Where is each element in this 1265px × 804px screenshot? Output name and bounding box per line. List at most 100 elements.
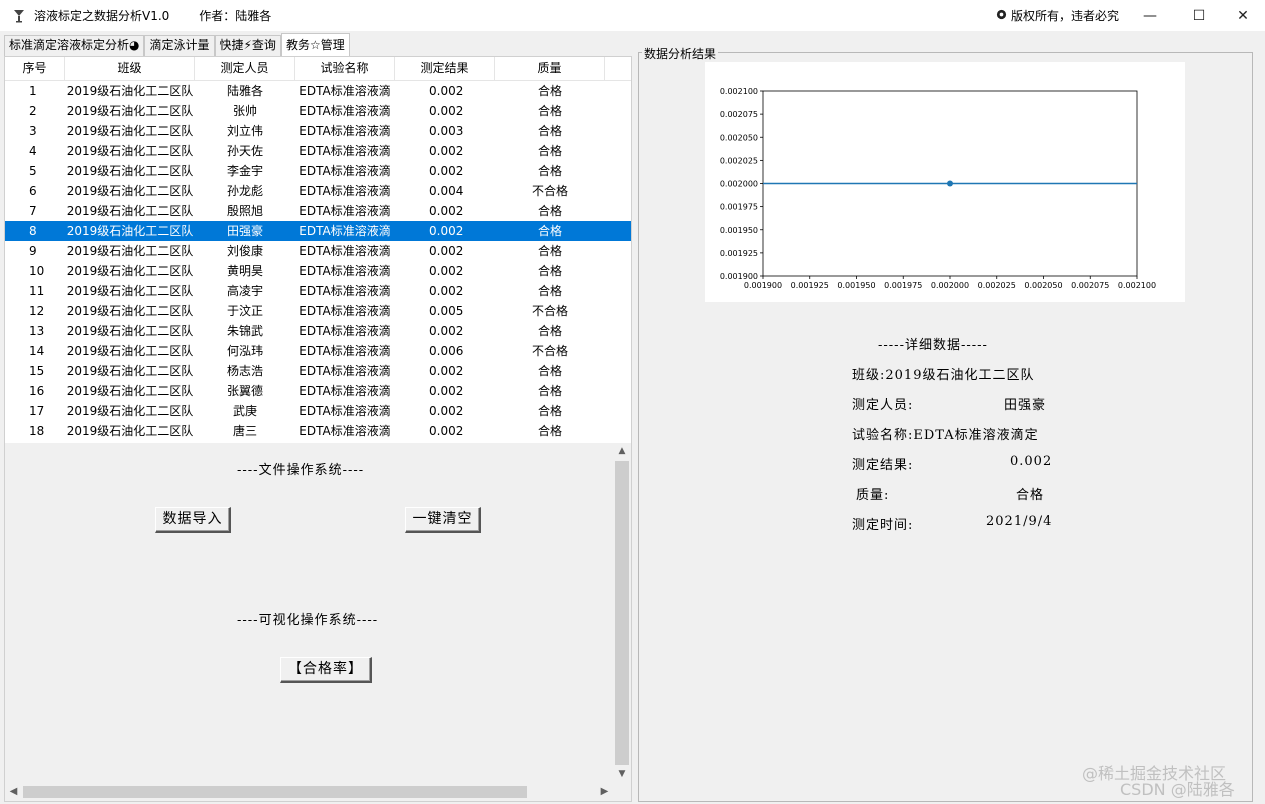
cell-tester: 刘立伟 [226, 124, 263, 138]
y-tick-label: 0.002025 [720, 156, 758, 165]
cell-result: 0.002 [429, 224, 464, 238]
header-quality[interactable]: 质量 [495, 57, 605, 81]
header-class[interactable]: 班级 [65, 57, 195, 81]
cell-tester: 高凌宇 [226, 284, 263, 298]
horizontal-scrollbar[interactable]: ◀ ▶ [5, 783, 631, 801]
tab-academic-admin[interactable]: 教务☆管理 [280, 33, 350, 56]
cell-quality: 合格 [537, 264, 562, 278]
chart-container: 0.001900 0.001925 0.001950 0.001975 0.002000… [705, 62, 1185, 302]
tab-metering[interactable]: 滴定泳计量 [144, 35, 215, 56]
table-row[interactable]: 17 2019级石油化工二区队 武庚 EDTA标准溶液滴 0.002 合格 [5, 401, 631, 421]
cell-test-name: EDTA标准溶液滴 [299, 424, 391, 438]
table-row[interactable]: 6 2019级石油化工二区队 孙龙彪 EDTA标准溶液滴 0.004 不合格 [5, 181, 631, 201]
header-index[interactable]: 序号 [5, 57, 65, 81]
maximize-button[interactable]: ☐ [1176, 0, 1222, 31]
table-row[interactable]: 16 2019级石油化工二区队 张翼德 EDTA标准溶液滴 0.002 合格 [5, 381, 631, 401]
cell-test-name: EDTA标准溶液滴 [299, 344, 391, 358]
minimize-button[interactable]: — [1127, 0, 1173, 31]
detail-result-value: 0.002 [1010, 454, 1053, 469]
close-button[interactable]: ✕ [1220, 0, 1265, 31]
cell-test-name: EDTA标准溶液滴 [299, 204, 391, 218]
cell-tester: 张翼德 [226, 384, 263, 398]
cell-tester: 张帅 [232, 104, 257, 118]
detail-test-name: 试验名称:EDTA标准溶液滴定 [852, 428, 1039, 443]
table-row[interactable]: 7 2019级石油化工二区队 殷照旭 EDTA标准溶液滴 0.002 合格 [5, 201, 631, 221]
cell-result: 0.006 [429, 344, 464, 358]
cell-test-name: EDTA标准溶液滴 [299, 84, 391, 98]
table-row[interactable]: 18 2019级石油化工二区队 唐三 EDTA标准溶液滴 0.002 合格 [5, 421, 631, 441]
window-title: 溶液标定之数据分析V1.0 [34, 9, 170, 23]
x-tick-label: 0.002075 [1071, 281, 1109, 290]
author-label: 作者：陆雅各 [199, 9, 272, 23]
cell-class: 2019级石油化工二区队 [66, 404, 194, 418]
cell-tester: 杨志浩 [226, 364, 263, 378]
vertical-scrollbar[interactable]: ▲ ▼ [613, 443, 631, 783]
cell-index: 11 [29, 284, 45, 298]
analysis-group-label: 数据分析结果 [642, 45, 719, 62]
table-row[interactable]: 10 2019级石油化工二区队 黄明昊 EDTA标准溶液滴 0.002 合格 [5, 261, 631, 281]
table-header: 序号 班级 测定人员 试验名称 测定结果 质量 [5, 57, 631, 81]
tab-titration-analysis[interactable]: 标准滴定溶液标定分析◕ [4, 35, 145, 56]
cell-quality: 合格 [537, 364, 562, 378]
table-row[interactable]: 15 2019级石油化工二区队 杨志浩 EDTA标准溶液滴 0.002 合格 [5, 361, 631, 381]
cell-tester: 黄明昊 [226, 264, 263, 278]
cell-result: 0.002 [429, 144, 464, 158]
pass-rate-button[interactable]: 【合格率】 [280, 657, 372, 683]
table-row[interactable]: 9 2019级石油化工二区队 刘俊康 EDTA标准溶液滴 0.002 合格 [5, 241, 631, 261]
cell-class: 2019级石油化工二区队 [66, 424, 194, 438]
cell-result: 0.005 [429, 304, 464, 318]
cell-class: 2019级石油化工二区队 [66, 284, 194, 298]
cell-index: 9 [29, 244, 37, 258]
scroll-left-icon[interactable]: ◀ [5, 783, 22, 801]
table-row[interactable]: 4 2019级石油化工二区队 孙天佐 EDTA标准溶液滴 0.002 合格 [5, 141, 631, 161]
cell-index: 5 [29, 164, 37, 178]
header-tester[interactable]: 测定人员 [195, 57, 295, 81]
cell-test-name: EDTA标准溶液滴 [299, 244, 391, 258]
tab-quick-query[interactable]: 快捷⚡查询 [214, 35, 281, 56]
gear-icon [996, 9, 1007, 23]
cell-index: 17 [29, 404, 45, 418]
table-row[interactable]: 2 2019级石油化工二区队 张帅 EDTA标准溶液滴 0.002 合格 [5, 101, 631, 121]
cell-result: 0.002 [429, 404, 464, 418]
scroll-right-icon[interactable]: ▶ [596, 783, 613, 801]
import-data-button[interactable]: 数据导入 [155, 507, 231, 533]
x-tick-label: 0.002000 [931, 281, 969, 290]
table-row[interactable]: 8 2019级石油化工二区队 田强豪 EDTA标准溶液滴 0.002 合格 [5, 221, 631, 241]
table-row[interactable]: 1 2019级石油化工二区队 陆雅各 EDTA标准溶液滴 0.002 合格 [5, 81, 631, 101]
horizontal-scroll-thumb[interactable] [23, 786, 527, 798]
clear-all-button[interactable]: 一键清空 [405, 507, 481, 533]
cell-quality: 合格 [537, 124, 562, 138]
vertical-scroll-thumb[interactable] [615, 461, 629, 765]
cell-quality: 不合格 [531, 344, 568, 358]
table-row[interactable]: 13 2019级石油化工二区队 朱锦武 EDTA标准溶液滴 0.002 合格 [5, 321, 631, 341]
cell-tester: 何泓玮 [226, 344, 263, 358]
cell-tester: 李金宇 [226, 164, 263, 178]
cell-result: 0.002 [429, 104, 464, 118]
table-row[interactable]: 14 2019级石油化工二区队 何泓玮 EDTA标准溶液滴 0.006 不合格 [5, 341, 631, 361]
cell-class: 2019级石油化工二区队 [66, 344, 194, 358]
cell-index: 14 [29, 344, 45, 358]
table-row[interactable]: 5 2019级石油化工二区队 李金宇 EDTA标准溶液滴 0.002 合格 [5, 161, 631, 181]
cell-class: 2019级石油化工二区队 [66, 264, 194, 278]
cell-tester: 于汶正 [226, 304, 263, 318]
header-test-name[interactable]: 试验名称 [295, 57, 395, 81]
header-result[interactable]: 测定结果 [395, 57, 495, 81]
viz-ops-section-title: ----可视化操作系统---- [237, 613, 379, 628]
cell-index: 2 [29, 104, 37, 118]
y-tick-label: 0.002075 [720, 110, 758, 119]
scroll-down-icon[interactable]: ▼ [613, 766, 631, 783]
table-row[interactable]: 12 2019级石油化工二区队 于汶正 EDTA标准溶液滴 0.005 不合格 [5, 301, 631, 321]
cell-tester: 殷照旭 [226, 204, 263, 218]
cell-class: 2019级石油化工二区队 [66, 144, 194, 158]
table-row[interactable]: 11 2019级石油化工二区队 高凌宇 EDTA标准溶液滴 0.002 合格 [5, 281, 631, 301]
cell-class: 2019级石油化工二区队 [66, 204, 194, 218]
cell-index: 8 [29, 224, 37, 238]
table-row[interactable]: 3 2019级石油化工二区队 刘立伟 EDTA标准溶液滴 0.003 合格 [5, 121, 631, 141]
detail-quality-label: 质量: [856, 488, 890, 503]
data-point [947, 180, 953, 187]
cell-index: 16 [29, 384, 45, 398]
cell-test-name: EDTA标准溶液滴 [299, 364, 391, 378]
scroll-up-icon[interactable]: ▲ [613, 443, 631, 460]
cell-test-name: EDTA标准溶液滴 [299, 284, 391, 298]
x-tick-label: 0.001900 [744, 281, 782, 290]
